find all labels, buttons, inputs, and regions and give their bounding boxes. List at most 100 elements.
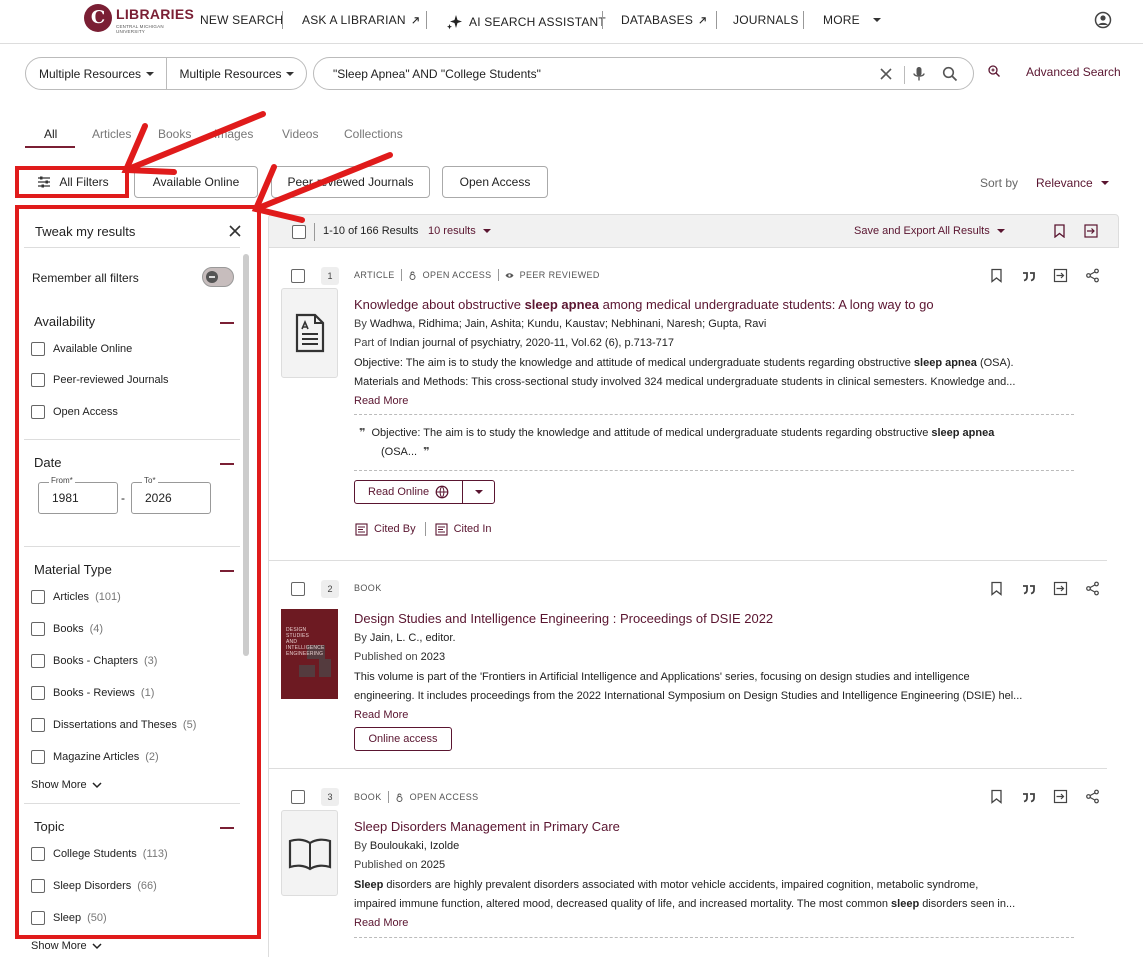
result-abstract-line: Sleep disorders are highly prevalent dis… bbox=[354, 879, 979, 891]
search-query-text[interactable]: "Sleep Apnea" AND "College Students" bbox=[333, 67, 541, 81]
results-per-page-dropdown[interactable]: 10 results bbox=[428, 225, 491, 237]
nav-divider bbox=[803, 11, 804, 29]
topic-show-more[interactable]: Show More bbox=[31, 940, 102, 952]
chevron-down-icon bbox=[872, 18, 881, 22]
results-list: 1 ARTICLE OPEN ACCESS PEER REVIEWED Know… bbox=[268, 248, 1119, 957]
scope-dropdown-1[interactable]: Multiple Resources bbox=[26, 58, 166, 89]
nav-databases[interactable]: DATABASES bbox=[621, 13, 707, 27]
read-online-button[interactable]: Read Online bbox=[355, 485, 462, 499]
share-icon[interactable] bbox=[1085, 581, 1100, 596]
read-more-link[interactable]: Read More bbox=[354, 709, 408, 721]
export-icon[interactable] bbox=[1053, 268, 1068, 283]
sparkle-icon bbox=[447, 15, 462, 30]
open-book-icon bbox=[288, 838, 332, 871]
select-all-checkbox[interactable] bbox=[292, 225, 306, 239]
open-access-chip[interactable]: Open Access bbox=[442, 166, 548, 198]
result-authors: By Bouloukaki, Izolde bbox=[354, 840, 460, 852]
export-icon[interactable] bbox=[1084, 224, 1098, 238]
result-actions bbox=[989, 268, 1100, 283]
bookmark-icon[interactable] bbox=[989, 581, 1004, 596]
search-input[interactable]: "Sleep Apnea" AND "College Students" bbox=[313, 57, 974, 90]
citation-links: Cited By Cited In bbox=[355, 522, 492, 536]
divider bbox=[354, 937, 1074, 938]
result-actions bbox=[989, 789, 1100, 804]
online-access-button[interactable]: Online access bbox=[354, 727, 452, 751]
read-online-button-group: Read Online bbox=[354, 480, 496, 504]
share-icon[interactable] bbox=[1085, 789, 1100, 804]
nav-ai-search-assistant[interactable]: AI SEARCH ASSISTANT bbox=[446, 13, 606, 31]
chevron-down-icon bbox=[286, 71, 294, 76]
result-source: Part of Indian journal of psychiatry, 20… bbox=[354, 337, 675, 349]
read-more-link[interactable]: Read More bbox=[354, 917, 408, 929]
bookmark-icon[interactable] bbox=[989, 268, 1004, 283]
logo-subtext: CENTRAL MICHIGAN UNIVERSITY bbox=[116, 24, 164, 34]
advanced-search-link[interactable]: Advanced Search bbox=[1026, 65, 1121, 79]
cite-quote-icon[interactable] bbox=[1021, 268, 1036, 283]
microphone-icon[interactable] bbox=[911, 66, 927, 82]
tab-videos[interactable]: Videos bbox=[282, 127, 318, 141]
eye-icon bbox=[505, 272, 514, 278]
export-icon[interactable] bbox=[1053, 789, 1068, 804]
tab-books[interactable]: Books bbox=[158, 127, 191, 141]
nav-divider bbox=[602, 11, 603, 29]
result-actions bbox=[989, 581, 1100, 596]
result-checkbox[interactable] bbox=[291, 790, 305, 804]
cited-by-icon bbox=[355, 522, 368, 536]
result-snippet: ❞ Objective: The aim is to study the know… bbox=[359, 427, 995, 458]
tab-images[interactable]: Images bbox=[214, 127, 253, 141]
result-authors: By Wadhwa, Ridhima; Jain, Ashita; Kundu,… bbox=[354, 318, 767, 330]
result-published: Published on 2025 bbox=[354, 859, 446, 871]
export-icon[interactable] bbox=[1053, 581, 1068, 596]
result-abstract-line: engineering. It includes proceedings fro… bbox=[354, 690, 1023, 702]
tab-articles[interactable]: Articles bbox=[92, 127, 131, 141]
search-icon[interactable] bbox=[942, 66, 958, 82]
read-online-dropdown[interactable] bbox=[462, 481, 494, 503]
open-access-icon bbox=[396, 793, 403, 802]
result-checkbox[interactable] bbox=[291, 582, 305, 596]
result-title-link[interactable]: Sleep Disorders Management in Primary Ca… bbox=[354, 819, 620, 834]
logo-text: LIBRARIES bbox=[116, 6, 195, 22]
library-logo[interactable]: C LIBRARIES CENTRAL MICHIGAN UNIVERSITY bbox=[84, 4, 195, 34]
nav-ask-librarian[interactable]: ASK A LIBRARIAN bbox=[302, 13, 420, 27]
scope-dropdown-2[interactable]: Multiple Resources bbox=[165, 58, 307, 89]
search-divider bbox=[904, 66, 905, 84]
peer-reviewed-chip[interactable]: Peer-reviewed Journals bbox=[271, 166, 430, 198]
cite-quote-icon[interactable] bbox=[1021, 789, 1036, 804]
result-abstract-line: This volume is part of the 'Frontiers in… bbox=[354, 671, 970, 683]
nav-more[interactable]: MORE bbox=[823, 13, 881, 27]
result-authors: By Jain, L. C., editor. bbox=[354, 632, 456, 644]
bookmark-icon[interactable] bbox=[1053, 224, 1066, 238]
book-thumbnail[interactable] bbox=[281, 810, 338, 896]
cover-title: DESIGN STUDIES AND INTELLIGENCE ENGINEER… bbox=[286, 627, 325, 657]
bookmark-icon[interactable] bbox=[989, 789, 1004, 804]
nav-new-search[interactable]: NEW SEARCH bbox=[200, 13, 283, 27]
result-title-link[interactable]: Knowledge about obstructive sleep apnea … bbox=[354, 297, 934, 312]
share-icon[interactable] bbox=[1085, 268, 1100, 283]
result-meta: BOOK bbox=[354, 583, 382, 593]
tab-all[interactable]: All bbox=[44, 127, 57, 141]
chevron-down-icon bbox=[474, 490, 483, 494]
save-export-all-button[interactable]: Save and Export All Results bbox=[854, 225, 1005, 237]
result-title-link[interactable]: Design Studies and Intelligence Engineer… bbox=[354, 611, 773, 626]
cited-in-link[interactable]: Cited In bbox=[454, 523, 492, 535]
sort-dropdown[interactable]: Relevance bbox=[1036, 176, 1109, 190]
chevron-down-icon bbox=[92, 942, 102, 949]
results-count: 1-10 of 166 Results bbox=[323, 225, 419, 237]
cite-quote-icon[interactable] bbox=[1021, 581, 1036, 596]
book-cover-image[interactable]: DESIGN STUDIES AND INTELLIGENCE ENGINEER… bbox=[281, 609, 338, 699]
result-number: 3 bbox=[321, 788, 339, 806]
article-thumbnail[interactable] bbox=[281, 288, 338, 378]
result-checkbox[interactable] bbox=[291, 269, 305, 283]
ai-search-icon[interactable] bbox=[987, 64, 1001, 78]
clear-icon[interactable] bbox=[878, 66, 894, 82]
top-nav-bar: C LIBRARIES CENTRAL MICHIGAN UNIVERSITY … bbox=[0, 0, 1143, 44]
tab-collections[interactable]: Collections bbox=[344, 127, 403, 141]
available-online-chip[interactable]: Available Online bbox=[134, 166, 258, 198]
open-access-icon bbox=[409, 271, 416, 280]
read-more-link[interactable]: Read More bbox=[354, 395, 408, 407]
results-toolbar: 1-10 of 166 Results 10 results Save and … bbox=[268, 214, 1119, 248]
cited-by-link[interactable]: Cited By bbox=[374, 523, 416, 535]
nav-divider bbox=[282, 11, 283, 29]
user-account-icon[interactable] bbox=[1094, 11, 1112, 29]
nav-journals[interactable]: JOURNALS bbox=[733, 13, 799, 27]
